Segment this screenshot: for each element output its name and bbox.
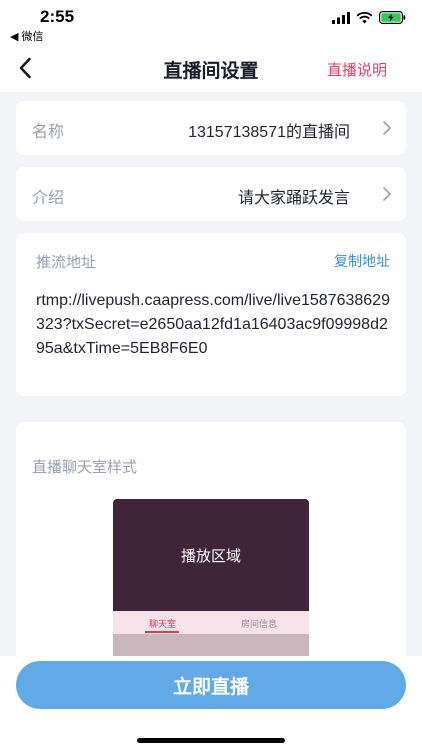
push-url-text: rtmp://livepush.caapress.com/live/live15…: [36, 292, 390, 357]
copy-url-button[interactable]: 复制地址: [334, 251, 390, 271]
push-url-label: 推流地址: [36, 254, 97, 271]
preview-tab-chat: 聊天室: [149, 619, 177, 629]
preview-tab-underline: [145, 631, 179, 633]
name-row[interactable]: 名称 13157138571的直播间: [16, 101, 406, 155]
intro-value: 请大家踊跃发言: [237, 190, 350, 207]
preview-tabs: 聊天室 房间信息: [113, 611, 309, 634]
status-time: 2:55: [40, 7, 75, 26]
nav-bar: 直播间设置 直播说明: [0, 44, 422, 92]
chat-style-preview[interactable]: 播放区域 聊天室 房间信息: [113, 499, 309, 679]
chat-style-card: 直播聊天室样式 播放区域 聊天室 房间信息: [16, 422, 406, 682]
bottom-action-bar: 立即直播: [0, 656, 422, 750]
intro-row[interactable]: 介绍 请大家踊跃发言: [16, 167, 406, 221]
preview-tab-room-info: 房间信息: [241, 619, 278, 629]
wifi-icon: [356, 11, 373, 23]
name-label: 名称: [32, 124, 65, 141]
chevron-right-icon: [383, 121, 391, 135]
chevron-right-icon: [383, 187, 391, 201]
push-url-card: 推流地址 复制地址 rtmp://livepush.caapress.com/l…: [16, 233, 406, 396]
signal-icon: [332, 11, 350, 24]
preview-play-area-label: 播放区域: [180, 548, 241, 565]
chat-style-label: 直播聊天室样式: [32, 459, 138, 476]
back-to-app-link[interactable]: ◀ 微信: [10, 28, 44, 44]
status-bar: 2:55 ◀ 微信: [0, 0, 422, 44]
name-value: 13157138571的直播间: [188, 124, 350, 141]
battery-charging-icon: [379, 11, 406, 24]
status-icons: [332, 11, 406, 24]
live-help-link[interactable]: 直播说明: [327, 59, 387, 80]
intro-label: 介绍: [32, 190, 65, 207]
start-live-button[interactable]: 立即直播: [16, 661, 406, 709]
home-indicator: [137, 738, 285, 743]
